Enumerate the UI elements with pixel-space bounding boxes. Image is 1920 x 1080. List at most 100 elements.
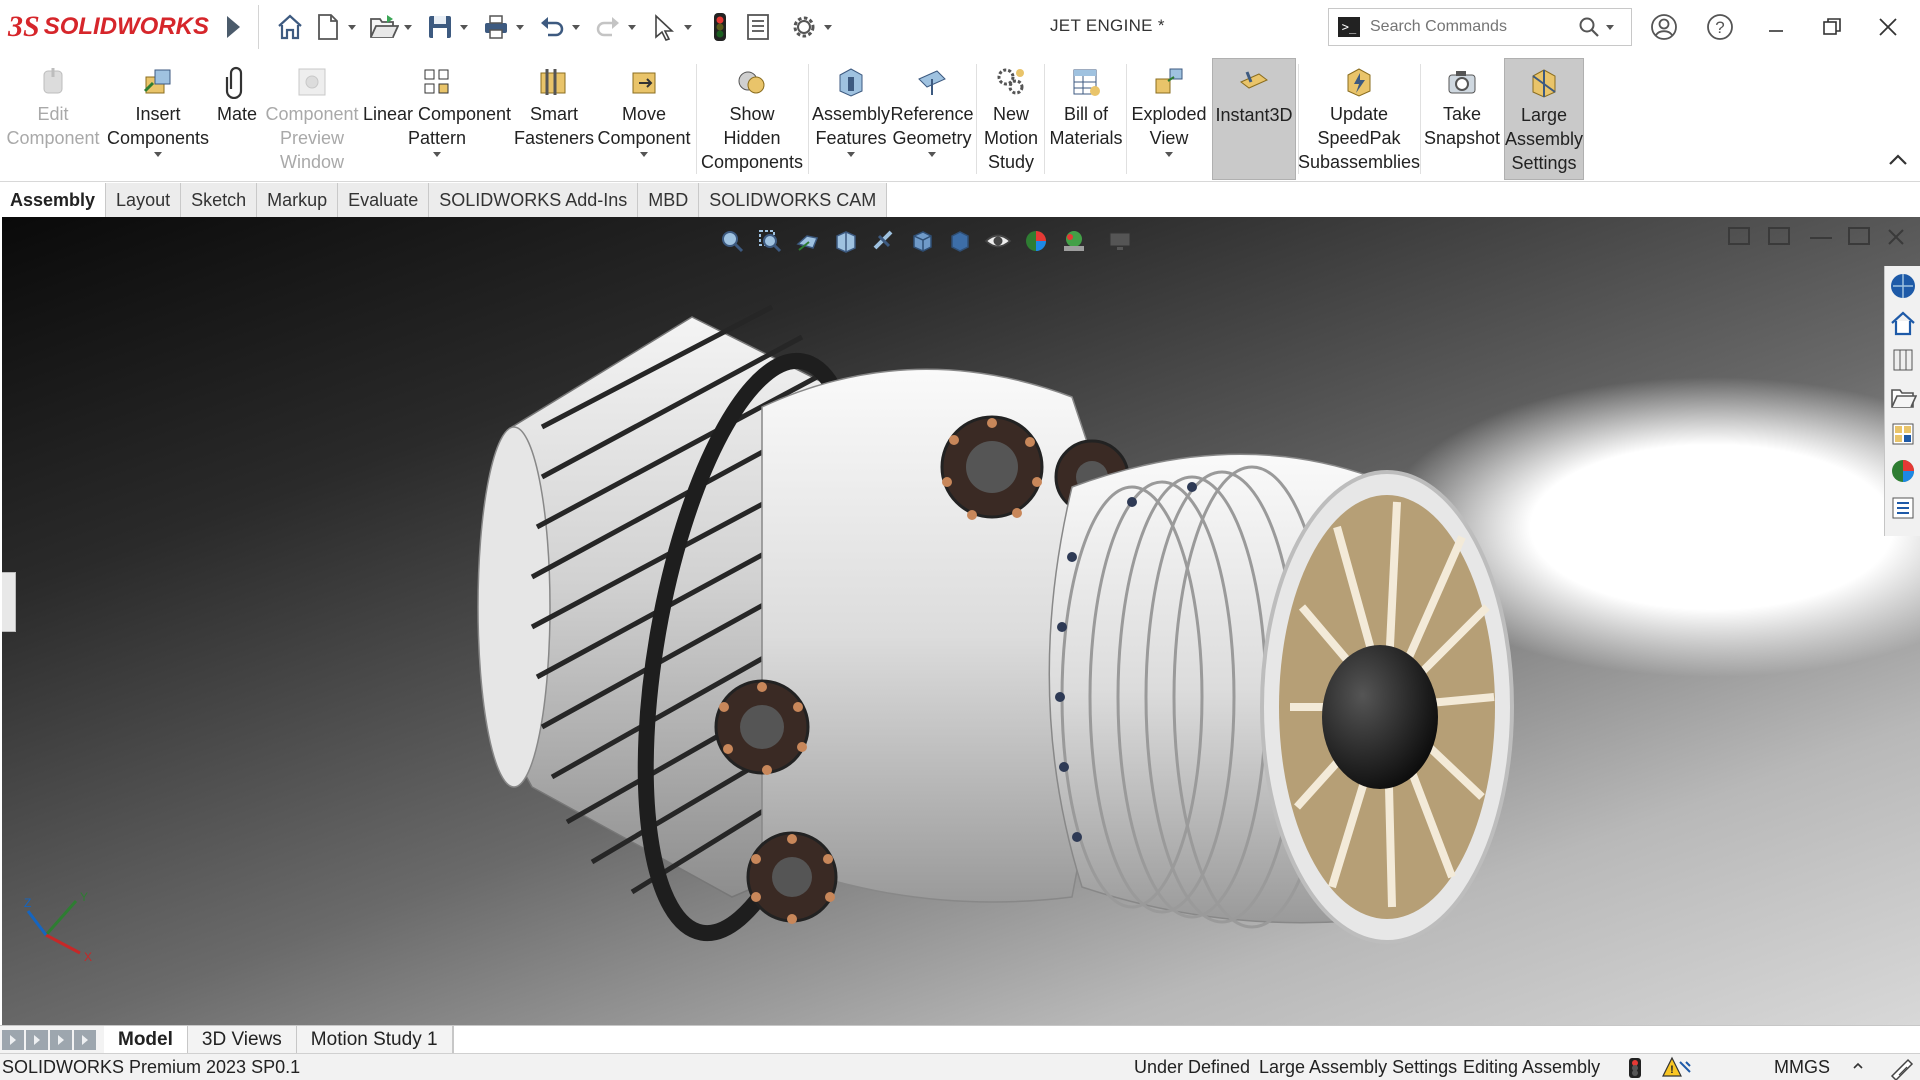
insert-components-dropdown-icon[interactable] (154, 152, 162, 157)
zoom-to-area-icon[interactable] (756, 227, 784, 255)
rebuild-status-traffic-light-icon[interactable] (1628, 1057, 1642, 1080)
close-icon[interactable] (1864, 0, 1912, 54)
jet-engine-model[interactable] (432, 277, 1552, 977)
home-icon[interactable] (273, 10, 307, 44)
search-input[interactable] (1370, 18, 1570, 36)
mate-button[interactable]: Mate (212, 58, 262, 180)
previous-view-icon[interactable] (794, 227, 822, 255)
undo-icon[interactable] (535, 10, 569, 44)
tab-3d-views[interactable]: 3D Views (187, 1025, 297, 1054)
save-icon[interactable] (423, 10, 457, 44)
menu-expand-arrow-icon[interactable] (227, 16, 241, 38)
appearances-scenes-icon[interactable] (1886, 454, 1920, 488)
print-dropdown-icon[interactable] (515, 10, 525, 44)
undo-dropdown-icon[interactable] (571, 10, 581, 44)
instant3d-button[interactable]: Instant3D (1212, 58, 1296, 180)
tab-model[interactable]: Model (104, 1025, 188, 1054)
move-component-button[interactable]: Move Component (596, 58, 692, 180)
new-motion-study-button[interactable]: New Motion Study (978, 58, 1044, 180)
viewport-minimize-icon[interactable] (1810, 227, 1832, 239)
restore-icon[interactable] (1808, 0, 1856, 54)
graphics-area[interactable]: Y X Z (2, 217, 1920, 1025)
reference-geometry-button[interactable]: Reference Geometry (890, 58, 974, 180)
minimize-icon[interactable] (1752, 0, 1800, 54)
tab-assembly[interactable]: Assembly (0, 183, 107, 217)
tab-mbd[interactable]: MBD (638, 183, 700, 217)
rebuild-warning-icon[interactable]: ! (1662, 1056, 1692, 1080)
file-properties-icon[interactable] (741, 10, 775, 44)
last-tab-nav-icon[interactable] (74, 1029, 96, 1050)
reference-geometry-dropdown-icon[interactable] (928, 152, 936, 157)
select-dropdown-icon[interactable] (683, 10, 693, 44)
tab-layout[interactable]: Layout (106, 183, 182, 217)
move-component-dropdown-icon[interactable] (640, 152, 648, 157)
exploded-view-button[interactable]: Exploded View (1128, 58, 1210, 180)
print-icon[interactable] (479, 10, 513, 44)
tab-motion-study-1[interactable]: Motion Study 1 (296, 1025, 453, 1054)
viewport-close-icon[interactable] (1886, 227, 1908, 245)
view-palette-icon[interactable] (1886, 417, 1920, 451)
take-snapshot-button[interactable]: Take Snapshot (1422, 58, 1502, 180)
next-tab-nav-icon[interactable] (50, 1029, 72, 1050)
unit-system-chevron-up-icon[interactable] (1852, 1054, 1864, 1080)
tab-markup[interactable]: Markup (257, 183, 339, 217)
search-icon[interactable] (1578, 16, 1600, 38)
tab-solidworks-cam[interactable]: SOLIDWORKS CAM (699, 183, 888, 217)
options-gear-icon[interactable] (787, 10, 821, 44)
edit-appearance-icon[interactable] (1022, 227, 1050, 255)
viewport-split-icon[interactable] (1768, 227, 1790, 245)
show-hidden-components-button[interactable]: Show Hidden Components (700, 58, 804, 180)
solidworks-logo[interactable]: 3S SOLIDWORKS (8, 0, 209, 54)
previous-tab-nav-icon[interactable] (26, 1029, 48, 1050)
update-speedpak-button[interactable]: Update SpeedPak Subassemblies (1298, 58, 1420, 180)
rebuild-traffic-light-icon[interactable] (703, 10, 737, 44)
new-dropdown-icon[interactable] (347, 10, 357, 44)
file-explorer-folder-icon[interactable] (1886, 380, 1920, 414)
tab-evaluate[interactable]: Evaluate (338, 183, 430, 217)
search-dropdown-icon[interactable] (1606, 24, 1614, 30)
large-assembly-settings-button[interactable]: Large Assembly Settings (1504, 58, 1584, 180)
select-cursor-icon[interactable] (647, 10, 681, 44)
new-document-icon[interactable] (311, 10, 345, 44)
linear-pattern-dropdown-icon[interactable] (433, 152, 441, 157)
home-house-icon[interactable] (1886, 306, 1920, 340)
zoom-to-fit-icon[interactable] (718, 227, 746, 255)
user-account-icon[interactable] (1640, 0, 1688, 54)
redo-icon[interactable] (591, 10, 625, 44)
custom-properties-icon[interactable] (1886, 491, 1920, 525)
apply-scene-icon[interactable] (1060, 227, 1088, 255)
status-tag-icon[interactable] (1888, 1056, 1914, 1080)
hide-show-items-eye-icon[interactable] (984, 227, 1012, 255)
assembly-features-button[interactable]: Assembly Features (812, 58, 890, 180)
save-dropdown-icon[interactable] (459, 10, 469, 44)
view-settings-monitor-icon[interactable] (1106, 227, 1134, 255)
collapse-ribbon-chevron-up-icon[interactable] (1888, 152, 1908, 171)
display-style-icon[interactable] (946, 227, 974, 255)
search-commands[interactable]: >_ (1328, 8, 1632, 46)
dynamic-annotation-views-icon[interactable] (870, 227, 898, 255)
edit-component-button[interactable]: Edit Component (2, 58, 104, 180)
section-view-icon[interactable] (832, 227, 860, 255)
component-preview-window-button[interactable]: Component Preview Window (262, 58, 362, 180)
open-dropdown-icon[interactable] (403, 10, 413, 44)
viewport-restore-icon[interactable] (1848, 227, 1870, 245)
feature-manager-flyout-handle[interactable] (2, 572, 16, 632)
options-dropdown-icon[interactable] (823, 10, 833, 44)
design-library-icon[interactable] (1886, 343, 1920, 377)
view-orientation-icon[interactable] (908, 227, 936, 255)
first-tab-nav-icon[interactable] (2, 1029, 24, 1050)
viewport-window-icon[interactable] (1728, 227, 1750, 245)
solidworks-resources-globe-icon[interactable] (1886, 269, 1920, 303)
open-folder-icon[interactable] (367, 10, 401, 44)
insert-components-button[interactable]: Insert Components (104, 58, 212, 180)
linear-component-pattern-button[interactable]: Linear Component Pattern (362, 58, 512, 180)
unit-system[interactable]: MMGS (1774, 1054, 1830, 1080)
redo-dropdown-icon[interactable] (627, 10, 637, 44)
tab-sketch[interactable]: Sketch (181, 183, 258, 217)
help-icon[interactable]: ? (1696, 0, 1744, 54)
assembly-features-dropdown-icon[interactable] (847, 152, 855, 157)
bill-of-materials-button[interactable]: Bill of Materials (1046, 58, 1126, 180)
exploded-view-dropdown-icon[interactable] (1165, 152, 1173, 157)
smart-fasteners-button[interactable]: Smart Fasteners (512, 58, 596, 180)
tab-solidworks-add-ins[interactable]: SOLIDWORKS Add-Ins (429, 183, 639, 217)
